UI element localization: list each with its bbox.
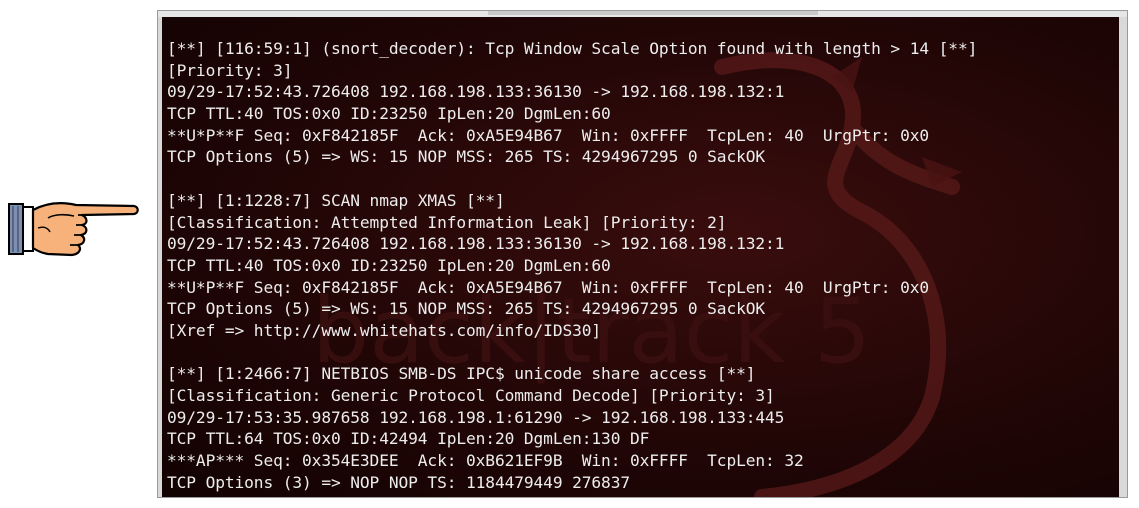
log-line: [**] [116:59:1] (snort_decoder): Tcp Win…: [167, 39, 978, 58]
log-line: **U*P**F Seq: 0xF842185F Ack: 0xA5E94B67…: [167, 277, 930, 297]
terminal-output[interactable]: back|track 5 [**] [116:59:1] (snort_deco…: [162, 17, 1119, 497]
log-line: 09/29-17:52:43.726408 192.168.198.133:36…: [167, 82, 785, 102]
log-line: TCP Options (5) => WS: 15 NOP MSS: 265 T…: [167, 299, 766, 319]
alert-block: [**] [116:59:1] (snort_decoder): Tcp Win…: [167, 38, 1119, 168]
log-line: TCP TTL:64 TOS:0x0 ID:42494 IpLen:20 Dgm…: [167, 429, 650, 449]
log-line: [Classification: Generic Protocol Comman…: [167, 386, 775, 405]
horizontal-scrollbar[interactable]: [488, 11, 818, 15]
log-line: 09/29-17:52:43.726408 192.168.198.133:36…: [167, 234, 785, 254]
log-line: 09/29-17:53:35.987658 192.168.198.1:6129…: [167, 407, 785, 427]
log-line: [Priority: 3]: [167, 60, 293, 80]
log-line: [**] [1:1228:7] SCAN nmap XMAS [**]: [167, 190, 505, 210]
alert-block: [**] [1:2466:7] NETBIOS SMB-DS IPC$ unic…: [167, 363, 1119, 493]
log-line: [**] [1:2466:7] NETBIOS SMB-DS IPC$ unic…: [167, 364, 756, 384]
log-line: TCP Options (3) => NOP NOP TS: 118447944…: [167, 472, 630, 492]
terminal-window: back|track 5 [**] [116:59:1] (snort_deco…: [157, 10, 1128, 498]
log-line: **U*P**F Seq: 0xF842185F Ack: 0xA5E94B67…: [167, 125, 930, 145]
log-line: TCP TTL:40 TOS:0x0 ID:23250 IpLen:20 Dgm…: [167, 255, 611, 275]
log-line: TCP Options (5) => WS: 15 NOP MSS: 265 T…: [167, 147, 766, 167]
pointing-hand-icon: [8, 202, 139, 257]
log-line: TCP TTL:40 TOS:0x0 ID:23250 IpLen:20 Dgm…: [167, 104, 611, 124]
log-line: [Classification: Attempted Information L…: [167, 212, 727, 232]
log-line: [Xref => http://www.whitehats.com/info/I…: [167, 320, 602, 340]
log-line: ***AP*** Seq: 0x354E3DEE Ack: 0xB621EF9B…: [167, 451, 804, 471]
alert-block: [**] [1:1228:7] SCAN nmap XMAS [**] [Clas…: [167, 190, 1119, 342]
alert-log: [**] [116:59:1] (snort_decoder): Tcp Win…: [167, 38, 1119, 493]
